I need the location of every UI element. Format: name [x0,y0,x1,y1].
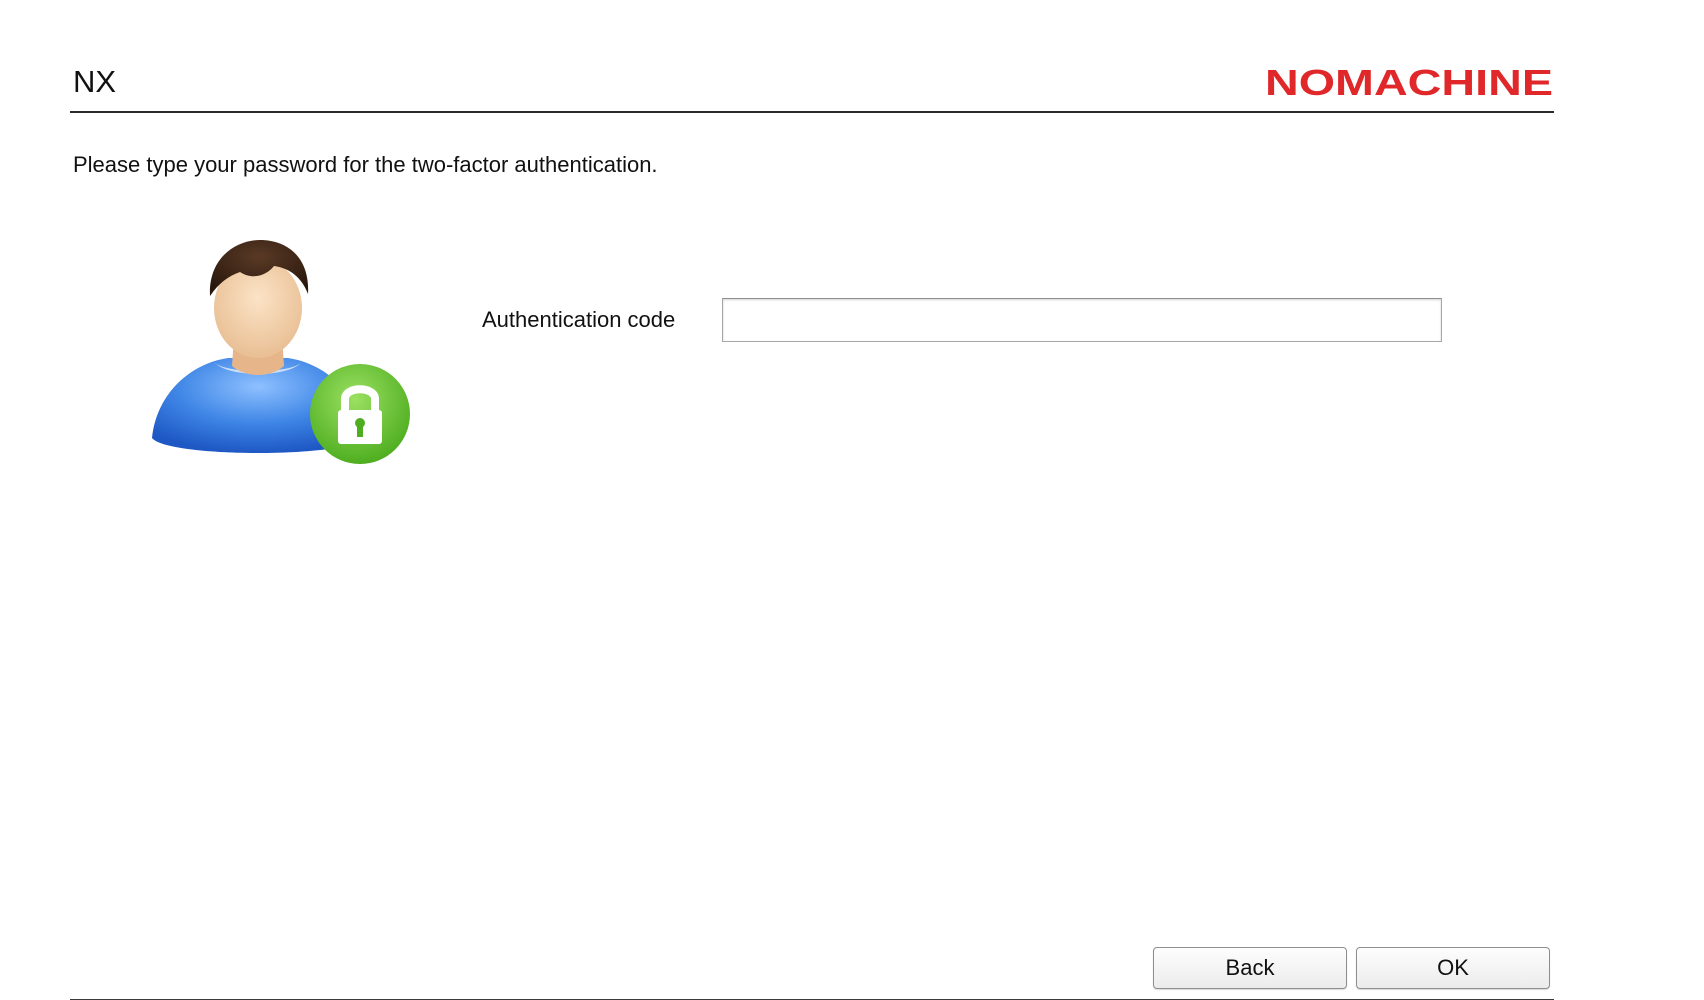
auth-code-input[interactable] [722,298,1442,342]
header-divider [70,111,1554,113]
instruction-text: Please type your password for the two-fa… [73,152,658,177]
auth-code-label: Authentication code [482,307,676,332]
window-title: NX [73,64,117,99]
ok-button[interactable]: OK [1356,947,1550,989]
back-button[interactable]: Back [1153,947,1347,989]
user-lock-icon [148,236,418,470]
svg-text:NOMACHINE: NOMACHINE [1265,65,1553,99]
two-factor-dialog: NX NOMACHINE Please type your password f… [0,0,1704,1000]
nomachine-logo: NOMACHINE [1265,65,1553,99]
